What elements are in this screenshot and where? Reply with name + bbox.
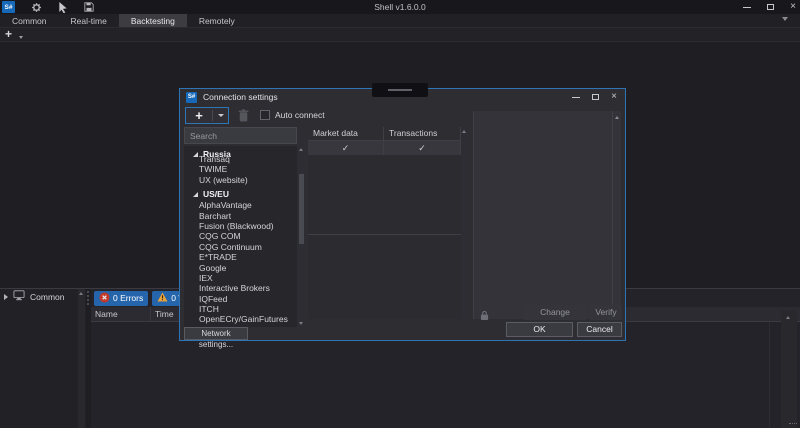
list-item[interactable]: CQG COM xyxy=(184,231,297,241)
grid-column-header[interactable]: Market data xyxy=(308,127,384,140)
error-icon xyxy=(99,292,110,305)
add-strategy-dropdown-icon[interactable] xyxy=(19,36,23,39)
monitor-icon xyxy=(13,288,25,306)
connector-list: RussiaTransaqTWIMEUX (website)US/EUAlpha… xyxy=(184,146,297,327)
list-item[interactable]: TWIME xyxy=(184,164,297,174)
list-item[interactable]: E*TRADE xyxy=(184,252,297,262)
list-item[interactable]: ITCH xyxy=(184,304,297,314)
connector-list-scrollbar[interactable] xyxy=(298,146,305,327)
auto-connect-label: Auto connect xyxy=(275,110,325,120)
tab-common[interactable]: Common xyxy=(0,14,58,27)
auto-connect-checkbox[interactable] xyxy=(260,110,270,120)
log-column-name[interactable]: Name xyxy=(91,307,151,321)
properties-panel xyxy=(473,111,621,319)
app-title: Shell v1.6.0.0 xyxy=(0,2,800,12)
grid-row[interactable]: ✓✓ xyxy=(308,141,461,155)
list-item[interactable]: Fusion (Blackwood) xyxy=(184,221,297,231)
add-strategy-button[interactable]: + xyxy=(5,28,12,41)
scrollbar-thumb[interactable] xyxy=(299,174,304,244)
list-item[interactable]: CQG Continuum xyxy=(184,242,297,252)
connections-grid: Market dataTransactions ✓✓ xyxy=(308,127,461,319)
cancel-button[interactable]: Cancel xyxy=(577,322,622,337)
search-input[interactable] xyxy=(184,127,297,144)
dialog-title: Connection settings xyxy=(203,92,278,102)
warning-icon xyxy=(157,292,168,304)
errors-filter-button[interactable]: 0 Errors xyxy=(94,291,148,306)
tab-remotely[interactable]: Remotely xyxy=(187,14,247,27)
group-expander-icon xyxy=(193,152,198,157)
checkmark-icon[interactable]: ✓ xyxy=(308,141,384,155)
ok-button[interactable]: OK xyxy=(506,322,573,337)
log-sources-tree: Common xyxy=(0,289,86,428)
list-item[interactable]: Interactive Brokers xyxy=(184,283,297,293)
verify-button[interactable]: Verify xyxy=(590,305,622,320)
connector-group-header[interactable]: US/EU xyxy=(184,188,297,200)
expander-icon[interactable] xyxy=(4,294,8,300)
dock-handle[interactable] xyxy=(372,83,428,97)
list-item[interactable]: Google xyxy=(184,263,297,273)
list-item[interactable]: UX (website) xyxy=(184,175,297,185)
tree-item-label: Common xyxy=(30,292,64,302)
grid-splitter[interactable] xyxy=(308,234,461,235)
dialog-maximize-icon[interactable] xyxy=(592,94,599,100)
list-item[interactable]: OpenECry/GainFutures xyxy=(184,314,297,324)
errors-badge-label: 0 Errors xyxy=(113,293,143,303)
dialog-close-icon[interactable]: × xyxy=(611,92,617,102)
connector-panel: RussiaTransaqTWIMEUX (website)US/EUAlpha… xyxy=(184,127,305,327)
change-password-button[interactable]: Change password xyxy=(524,305,586,320)
lock-icon xyxy=(480,308,489,326)
network-settings-button[interactable]: Network settings... xyxy=(184,327,248,340)
list-item[interactable]: IQFeed xyxy=(184,294,297,304)
properties-scroll-up-icon[interactable] xyxy=(615,116,619,119)
tab-bar: CommonReal-timeBacktestingRemotely xyxy=(0,14,800,28)
dialog-minimize-icon[interactable] xyxy=(572,97,580,98)
tab-backtesting[interactable]: Backtesting xyxy=(119,14,187,27)
delete-connection-icon[interactable] xyxy=(238,109,249,127)
resize-grip-icon[interactable] xyxy=(789,423,797,424)
tab-overflow-chevron-icon[interactable] xyxy=(782,17,788,21)
grid-scrollbar[interactable] xyxy=(461,127,468,319)
connection-settings-dialog: S# Connection settings × + Auto connect … xyxy=(179,88,626,341)
log-column-line xyxy=(769,322,770,428)
close-icon[interactable]: × xyxy=(790,2,796,12)
tab-real-time[interactable]: Real-time xyxy=(58,14,118,27)
group-expander-icon xyxy=(193,192,198,197)
plus-icon: + xyxy=(186,109,212,123)
dialog-logo-icon: S# xyxy=(186,92,197,103)
toolbar-grip[interactable] xyxy=(87,291,90,305)
checkmark-icon[interactable]: ✓ xyxy=(384,141,461,155)
window-titlebar: S# Shell v1.6.0.0 × xyxy=(0,0,800,14)
grid-column-header[interactable]: Transactions xyxy=(384,127,461,140)
minimize-icon[interactable] xyxy=(743,7,751,8)
strategies-toolbar: + xyxy=(0,28,800,42)
grid-header: Market dataTransactions xyxy=(308,127,461,141)
log-scrollbar[interactable] xyxy=(781,310,797,428)
list-item[interactable]: IEX xyxy=(184,273,297,283)
tree-scrollbar[interactable] xyxy=(78,289,85,428)
list-item[interactable]: Transaq xyxy=(184,154,297,164)
chevron-down-icon xyxy=(218,114,224,117)
tree-item-common[interactable]: Common xyxy=(0,289,86,305)
maximize-icon[interactable] xyxy=(767,4,774,10)
list-item[interactable]: AlphaVantage xyxy=(184,200,297,210)
list-item[interactable]: Barchart xyxy=(184,211,297,221)
add-connection-split-button[interactable]: + xyxy=(185,107,229,124)
